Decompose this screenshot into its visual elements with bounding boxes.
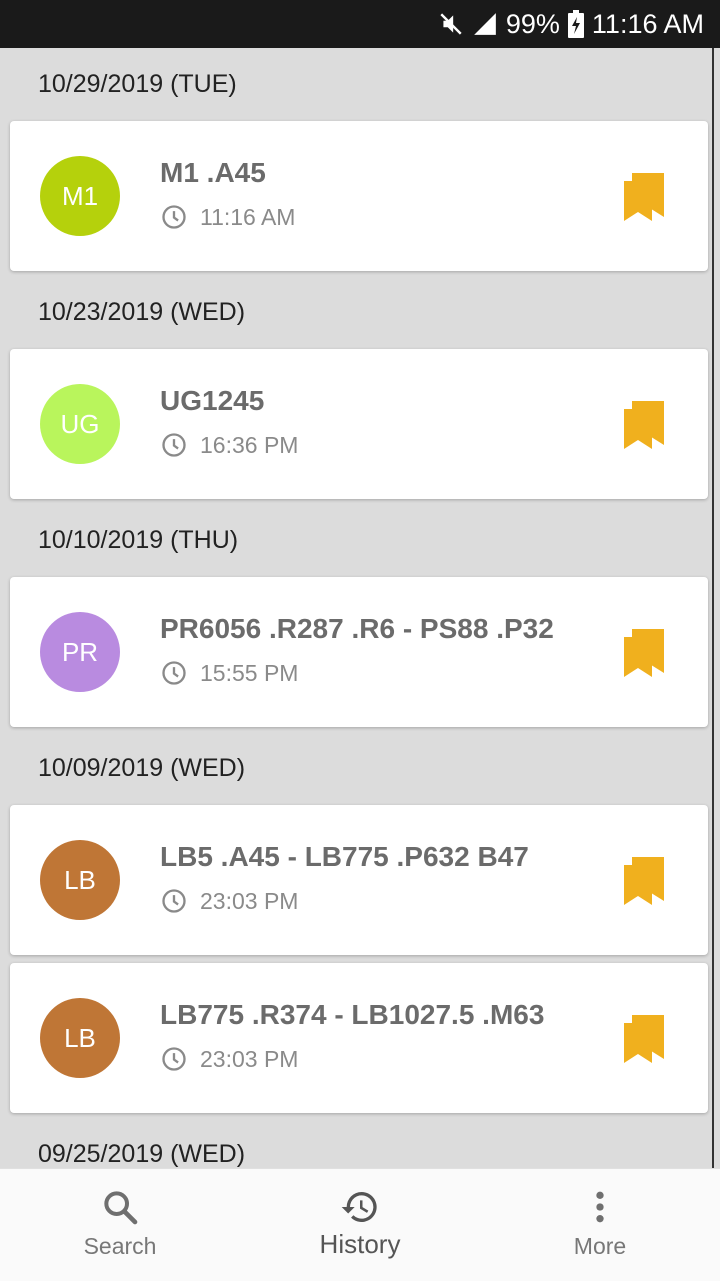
history-item[interactable]: LB LB5 .A45 - LB775 .P632 B47 23:03 PM xyxy=(10,805,708,955)
nav-search-label: Search xyxy=(83,1233,157,1259)
item-time: 16:36 PM xyxy=(200,431,299,458)
history-item[interactable]: UG UG1245 16:36 PM xyxy=(10,349,708,499)
nav-history-label: History xyxy=(319,1229,401,1259)
nav-more-label: More xyxy=(573,1233,627,1259)
time-row: 11:16 AM xyxy=(160,203,295,231)
time-row: 16:36 PM xyxy=(160,431,298,459)
scroll-divider xyxy=(712,48,714,1168)
avatar: PR xyxy=(40,612,120,692)
clock-icon xyxy=(162,661,186,685)
call-number: PR6056 .R287 .R6 - PS88 .P32 xyxy=(160,613,554,644)
signal-icon xyxy=(474,13,496,35)
bookmark-icon[interactable] xyxy=(622,399,666,449)
item-time: 11:16 AM xyxy=(200,203,296,230)
bookmark-icon[interactable] xyxy=(622,855,666,905)
battery-charging-icon xyxy=(567,10,584,38)
date-header: 09/25/2019 (WED) xyxy=(38,1140,246,1168)
history-item[interactable]: M1 M1 .A45 11:16 AM xyxy=(10,121,708,271)
avatar: UG xyxy=(40,384,120,464)
item-time: 15:55 PM xyxy=(200,659,299,686)
nav-search[interactable]: Search xyxy=(0,1169,240,1281)
date-header: 10/23/2019 (WED) xyxy=(38,298,246,326)
time-row: 23:03 PM xyxy=(160,1045,298,1073)
clock-icon xyxy=(162,205,186,229)
history-item[interactable]: LB LB775 .R374 - LB1027.5 .M63 23:03 PM xyxy=(10,963,708,1113)
call-number: LB775 .R374 - LB1027.5 .M63 xyxy=(160,999,545,1030)
history-icon xyxy=(341,1192,377,1222)
bookmark-icon[interactable] xyxy=(622,171,666,221)
clock-time: 11:16 AM xyxy=(591,8,704,39)
bookmark-icon[interactable] xyxy=(622,627,666,677)
date-header: 10/29/2019 (TUE) xyxy=(38,70,237,98)
more-vert-icon xyxy=(596,1191,604,1223)
bottom-navigation: Search History More xyxy=(0,1168,720,1281)
time-row: 15:55 PM xyxy=(160,659,298,687)
nav-history[interactable]: History xyxy=(240,1169,480,1281)
search-icon xyxy=(104,1191,138,1225)
history-list[interactable]: 10/29/2019 (TUE) M1 M1 .A45 11:16 AM 10/… xyxy=(0,48,712,1168)
time-row: 23:03 PM xyxy=(160,887,298,915)
item-time: 23:03 PM xyxy=(200,887,299,914)
avatar: M1 xyxy=(40,156,120,236)
nav-more[interactable]: More xyxy=(480,1169,720,1281)
call-number: UG1245 xyxy=(160,385,265,416)
avatar: LB xyxy=(40,998,120,1078)
clock-icon xyxy=(162,433,186,457)
battery-percent: 99% xyxy=(505,8,560,39)
call-number: M1 .A45 xyxy=(160,157,266,188)
date-header: 10/09/2019 (WED) xyxy=(38,754,246,782)
clock-icon xyxy=(162,1047,186,1071)
bookmark-icon[interactable] xyxy=(622,1013,666,1063)
mute-icon xyxy=(440,13,462,35)
call-number: LB5 .A45 - LB775 .P632 B47 xyxy=(160,841,529,872)
date-header: 10/10/2019 (THU) xyxy=(38,526,239,554)
clock-icon xyxy=(162,889,186,913)
status-bar: 99% 11:16 AM xyxy=(0,0,720,48)
history-item[interactable]: PR PR6056 .R287 .R6 - PS88 .P32 15:55 PM xyxy=(10,577,708,727)
avatar: LB xyxy=(40,840,120,920)
item-time: 23:03 PM xyxy=(200,1045,299,1072)
